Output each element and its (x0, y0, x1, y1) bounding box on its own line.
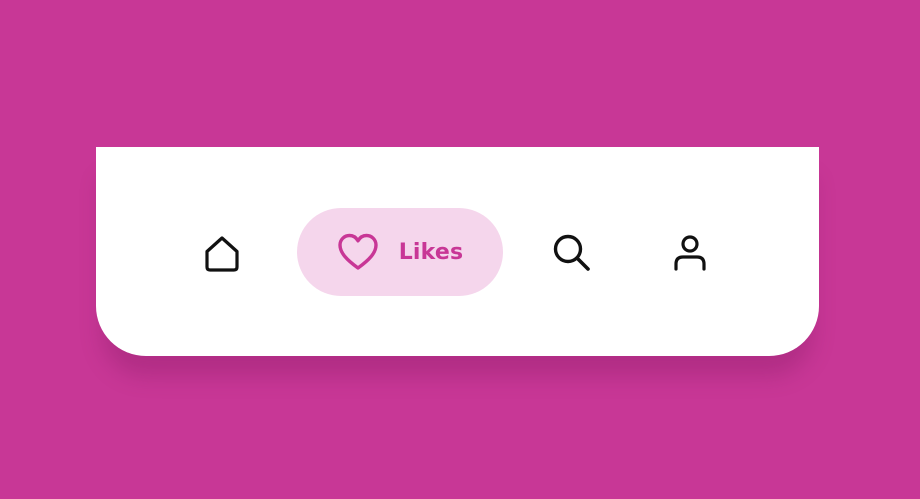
search-icon (551, 232, 593, 274)
nav-item-home[interactable] (202, 230, 242, 278)
heart-icon (337, 233, 379, 271)
nav-item-search[interactable] (548, 229, 596, 277)
user-icon (670, 233, 710, 273)
nav-item-likes-label: Likes (398, 239, 464, 265)
nav-item-profile[interactable] (666, 229, 714, 277)
nav-item-likes[interactable]: Likes (297, 208, 503, 296)
bottom-navigation-bar: Likes (96, 147, 819, 356)
home-icon (202, 234, 242, 274)
app-stage: Likes (0, 0, 920, 499)
